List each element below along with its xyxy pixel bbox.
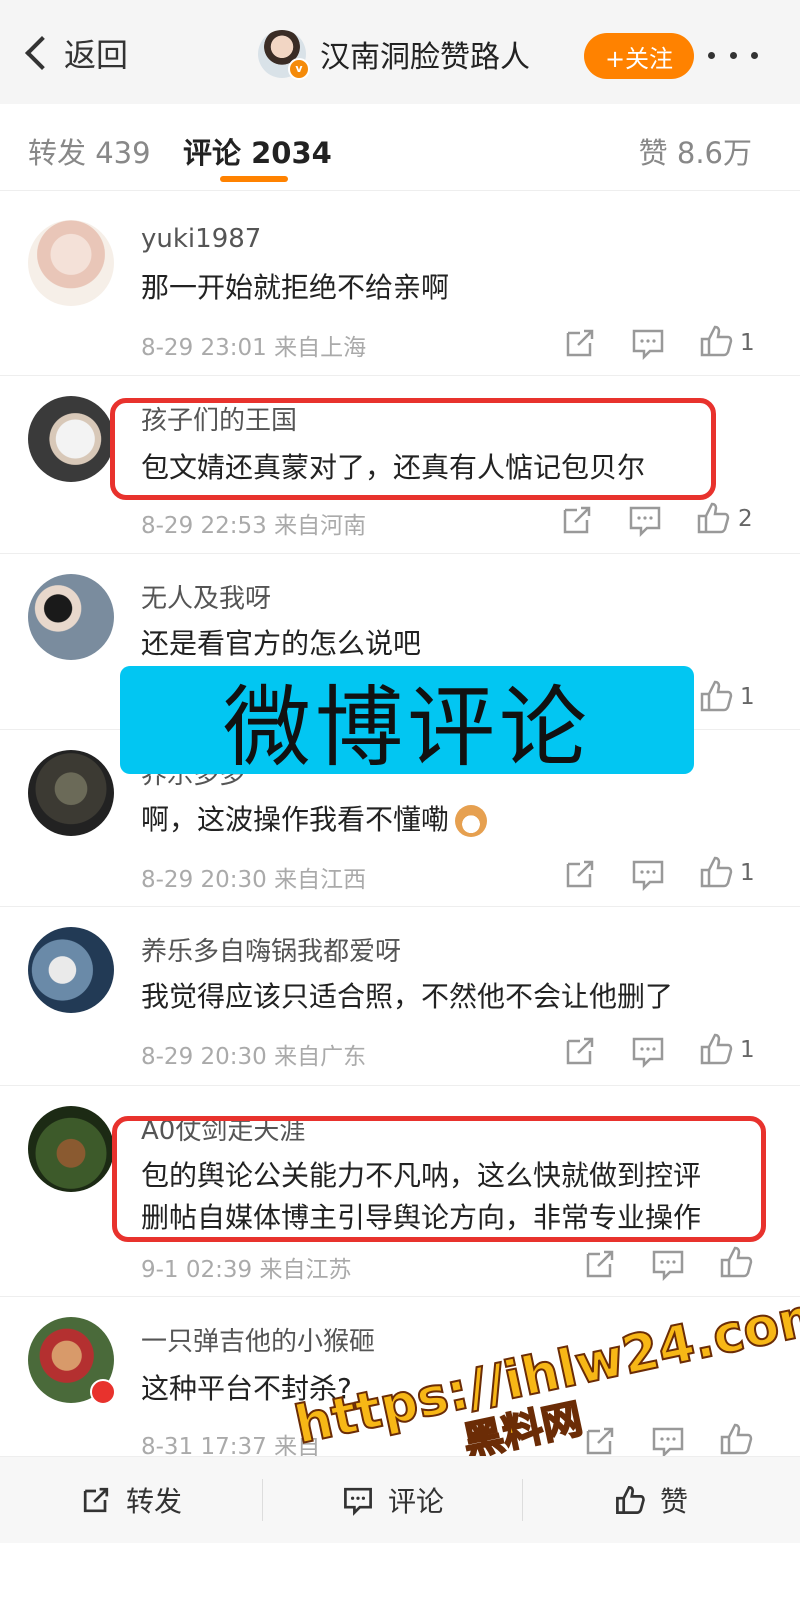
verified-badge-icon — [90, 1379, 116, 1405]
like-count: 1 — [740, 330, 755, 356]
back-label: 返回 — [64, 36, 129, 74]
author-avatar[interactable]: v — [258, 30, 310, 80]
tab-comment[interactable]: 评论 2034 — [183, 130, 332, 172]
comment-item: 养乐多自嗨锅我都爱呀 我觉得应该只适合照，不然他不会让他删了 8-29 20:3… — [0, 907, 800, 1086]
highlight-box — [112, 1116, 766, 1242]
avatar[interactable] — [28, 927, 114, 1013]
comment-button[interactable]: 评论 — [340, 1475, 444, 1525]
avatar[interactable] — [28, 396, 114, 482]
like-button[interactable]: 赞 — [612, 1475, 688, 1525]
like-count: 1 — [740, 860, 755, 886]
comment-meta: 9-1 02:39 来自江苏 — [141, 1257, 352, 1283]
comment-meta: 8-29 23:01 来自上海 — [141, 335, 367, 361]
overlay-banner: 微博评论 — [120, 666, 694, 779]
like-icon[interactable] — [696, 852, 736, 892]
chevron-left-icon — [25, 36, 59, 70]
divider — [522, 1479, 523, 1521]
comment-label: 评论 — [388, 1485, 445, 1518]
avatar[interactable] — [28, 750, 114, 836]
comment-icon[interactable] — [628, 1031, 668, 1071]
repost-label: 转发 — [126, 1485, 183, 1518]
like-count: 2 — [738, 506, 753, 532]
comment-text: 啊，这波操作我看不懂嘞 — [141, 798, 488, 838]
top-bar: 返回 v 汉南洞脸赞路人 +关注 — [0, 0, 800, 104]
highlight-box — [110, 398, 716, 500]
comment-icon[interactable] — [625, 500, 665, 540]
like-label: 赞 — [660, 1485, 689, 1518]
follow-button[interactable]: +关注 — [584, 33, 694, 79]
cat-emoji-icon — [455, 805, 488, 837]
comment-meta: 8-29 22:53 来自河南 — [141, 513, 367, 539]
active-tab-indicator — [220, 176, 288, 182]
author-name: 汉南洞脸赞路人 — [320, 40, 530, 75]
comment-username[interactable]: 一只弹吉他的小猴砸 — [141, 1321, 375, 1358]
avatar[interactable] — [28, 574, 114, 660]
comment-username[interactable]: 养乐多自嗨锅我都爱呀 — [141, 931, 401, 968]
like-icon — [616, 1486, 645, 1514]
like-icon[interactable] — [696, 321, 736, 361]
avatar[interactable] — [28, 1106, 114, 1192]
comment-icon — [344, 1487, 372, 1516]
like-count: 1 — [740, 1037, 755, 1063]
bottom-action-bar: 转发 评论 赞 — [0, 1456, 800, 1543]
repost-icon[interactable] — [557, 500, 597, 540]
comment-text: 那一开始就拒绝不给亲啊 — [141, 271, 450, 304]
back-button[interactable]: 返回 — [22, 28, 128, 78]
repost-icon[interactable] — [560, 323, 600, 363]
repost-icon[interactable] — [560, 854, 600, 894]
like-icon[interactable] — [693, 498, 733, 538]
comment-meta: 8-29 20:30 来自广东 — [141, 1044, 367, 1070]
repost-button[interactable]: 转发 — [78, 1475, 182, 1525]
comment-icon[interactable] — [628, 854, 668, 894]
comment-icon[interactable] — [648, 1421, 688, 1461]
like-icon[interactable] — [716, 1242, 756, 1282]
comment-item: yuki1987 那一开始就拒绝不给亲啊 8-29 23:01 来自上海 1 — [0, 200, 800, 376]
repost-icon[interactable] — [560, 1031, 600, 1071]
repost-icon — [83, 1487, 109, 1513]
like-icon[interactable] — [716, 1419, 756, 1459]
comment-icon[interactable] — [628, 323, 668, 363]
tab-bar: 转发 439 评论 2034 赞 8.6万 — [0, 104, 800, 191]
verified-badge-icon: v — [288, 58, 310, 80]
author-info[interactable]: v 汉南洞脸赞路人 — [258, 28, 530, 80]
comment-username[interactable]: 无人及我呀 — [141, 578, 271, 615]
divider — [262, 1479, 263, 1521]
overlay-title: 微博评论 — [222, 675, 591, 779]
comment-icon[interactable] — [648, 1244, 688, 1284]
avatar[interactable] — [28, 220, 114, 306]
repost-icon[interactable] — [580, 1244, 620, 1284]
tab-repost[interactable]: 转发 439 — [28, 130, 151, 172]
like-count: 1 — [740, 684, 755, 710]
like-icon[interactable] — [696, 1029, 736, 1069]
tab-like[interactable]: 赞 8.6万 — [639, 130, 752, 172]
comment-text: 我觉得应该只适合照，不然他不会让他删了 — [141, 980, 674, 1013]
comment-username[interactable]: yuki1987 — [141, 224, 261, 254]
like-icon[interactable] — [696, 676, 736, 716]
comment-meta: 8-29 20:30 来自江西 — [141, 867, 367, 893]
more-options-icon[interactable] — [708, 40, 758, 70]
